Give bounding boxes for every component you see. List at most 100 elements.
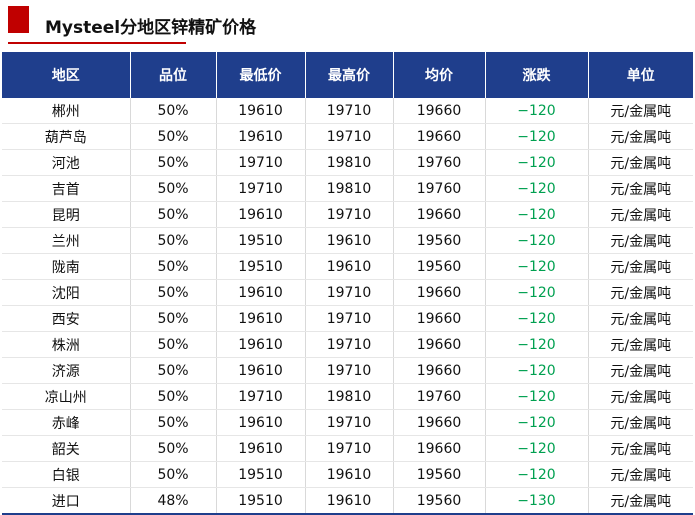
cell-grade: 50% xyxy=(130,253,217,280)
table-row: 沈阳 50% 19610 19710 19660 −120 元/金属吨 xyxy=(2,279,693,306)
cell-unit: 元/金属吨 xyxy=(588,357,693,384)
cell-grade: 50% xyxy=(130,149,217,176)
cell-change: −120 xyxy=(485,175,589,202)
cell-grade: 50% xyxy=(130,331,217,358)
cell-region: 陇南 xyxy=(2,253,131,280)
cell-avg: 19660 xyxy=(393,201,486,228)
cell-high: 19810 xyxy=(305,175,394,202)
cell-grade: 50% xyxy=(130,227,217,254)
cell-grade: 50% xyxy=(130,98,217,124)
cell-grade: 50% xyxy=(130,279,217,306)
column-header-grade: 品位 xyxy=(129,52,216,98)
table-row: 韶关 50% 19610 19710 19660 −120 元/金属吨 xyxy=(2,435,693,462)
cell-unit: 元/金属吨 xyxy=(588,461,693,488)
cell-unit: 元/金属吨 xyxy=(588,279,693,306)
cell-high: 19710 xyxy=(305,409,394,436)
cell-low: 19710 xyxy=(216,175,306,202)
cell-change: −120 xyxy=(485,123,589,150)
cell-region: 昆明 xyxy=(2,201,131,228)
cell-change: −120 xyxy=(485,253,589,280)
cell-unit: 元/金属吨 xyxy=(588,253,693,280)
cell-high: 19710 xyxy=(305,305,394,332)
cell-avg: 19760 xyxy=(393,149,486,176)
cell-region: 郴州 xyxy=(2,98,131,124)
cell-grade: 50% xyxy=(130,357,217,384)
cell-region: 兰州 xyxy=(2,227,131,254)
title-block: Mysteel分地区锌精矿价格 xyxy=(0,0,695,52)
cell-unit: 元/金属吨 xyxy=(588,149,693,176)
cell-high: 19610 xyxy=(305,461,394,488)
cell-change: −120 xyxy=(485,357,589,384)
cell-unit: 元/金属吨 xyxy=(588,435,693,462)
cell-unit: 元/金属吨 xyxy=(588,201,693,228)
page-title: Mysteel分地区锌精矿价格 xyxy=(45,18,257,38)
cell-region: 株洲 xyxy=(2,331,131,358)
cell-high: 19610 xyxy=(305,227,394,254)
cell-avg: 19660 xyxy=(393,409,486,436)
table-row: 凉山州 50% 19710 19810 19760 −120 元/金属吨 xyxy=(2,383,693,410)
cell-unit: 元/金属吨 xyxy=(588,331,693,358)
cell-change: −120 xyxy=(485,149,589,176)
cell-avg: 19660 xyxy=(393,357,486,384)
cell-change: −120 xyxy=(485,98,589,124)
cell-low: 19610 xyxy=(216,201,306,228)
price-table: 地区 品位 最低价 最高价 均价 涨跌 单位 郴州 50% 19610 19710 19… xyxy=(2,52,693,515)
cell-avg: 19660 xyxy=(393,98,486,124)
cell-unit: 元/金属吨 xyxy=(588,175,693,202)
cell-avg: 19660 xyxy=(393,331,486,358)
cell-unit: 元/金属吨 xyxy=(588,487,693,515)
table-body: 郴州 50% 19610 19710 19660 −120 元/金属吨 葫芦岛 50% 19610… xyxy=(2,98,693,515)
cell-avg: 19660 xyxy=(393,123,486,150)
cell-high: 19610 xyxy=(305,253,394,280)
column-header-unit: 单位 xyxy=(587,52,693,98)
cell-change: −130 xyxy=(485,487,589,515)
cell-avg: 19560 xyxy=(393,461,486,488)
cell-low: 19610 xyxy=(216,279,306,306)
table-header-row: 地区 品位 最低价 最高价 均价 涨跌 单位 xyxy=(2,52,693,98)
cell-avg: 19560 xyxy=(393,253,486,280)
cell-low: 19610 xyxy=(216,305,306,332)
cell-region: 韶关 xyxy=(2,435,131,462)
cell-unit: 元/金属吨 xyxy=(588,409,693,436)
title-underline xyxy=(8,42,186,44)
cell-region: 河池 xyxy=(2,149,131,176)
column-header-low: 最低价 xyxy=(215,52,305,98)
cell-high: 19610 xyxy=(305,487,394,515)
cell-low: 19610 xyxy=(216,409,306,436)
cell-low: 19610 xyxy=(216,435,306,462)
table-row: 昆明 50% 19610 19710 19660 −120 元/金属吨 xyxy=(2,201,693,228)
cell-low: 19510 xyxy=(216,461,306,488)
title-marker xyxy=(8,6,29,33)
cell-avg: 19560 xyxy=(393,487,486,515)
cell-region: 吉首 xyxy=(2,175,131,202)
cell-grade: 50% xyxy=(130,123,217,150)
cell-low: 19710 xyxy=(216,383,306,410)
cell-change: −120 xyxy=(485,435,589,462)
cell-region: 葫芦岛 xyxy=(2,123,131,150)
column-header-avg: 均价 xyxy=(392,52,485,98)
table-row: 葫芦岛 50% 19610 19710 19660 −120 元/金属吨 xyxy=(2,123,693,150)
cell-change: −120 xyxy=(485,461,589,488)
table-row: 河池 50% 19710 19810 19760 −120 元/金属吨 xyxy=(2,149,693,176)
cell-change: −120 xyxy=(485,201,589,228)
cell-high: 19710 xyxy=(305,331,394,358)
table-row: 兰州 50% 19510 19610 19560 −120 元/金属吨 xyxy=(2,227,693,254)
cell-change: −120 xyxy=(485,305,589,332)
cell-grade: 50% xyxy=(130,435,217,462)
cell-low: 19710 xyxy=(216,149,306,176)
cell-avg: 19660 xyxy=(393,305,486,332)
cell-low: 19610 xyxy=(216,98,306,124)
cell-low: 19510 xyxy=(216,227,306,254)
cell-avg: 19560 xyxy=(393,227,486,254)
column-header-high: 最高价 xyxy=(304,52,393,98)
table-row: 吉首 50% 19710 19810 19760 −120 元/金属吨 xyxy=(2,175,693,202)
cell-avg: 19660 xyxy=(393,435,486,462)
cell-unit: 元/金属吨 xyxy=(588,227,693,254)
cell-region: 赤峰 xyxy=(2,409,131,436)
cell-region: 凉山州 xyxy=(2,383,131,410)
cell-low: 19610 xyxy=(216,357,306,384)
table-row: 白银 50% 19510 19610 19560 −120 元/金属吨 xyxy=(2,461,693,488)
cell-high: 19810 xyxy=(305,149,394,176)
cell-high: 19710 xyxy=(305,201,394,228)
cell-low: 19510 xyxy=(216,253,306,280)
